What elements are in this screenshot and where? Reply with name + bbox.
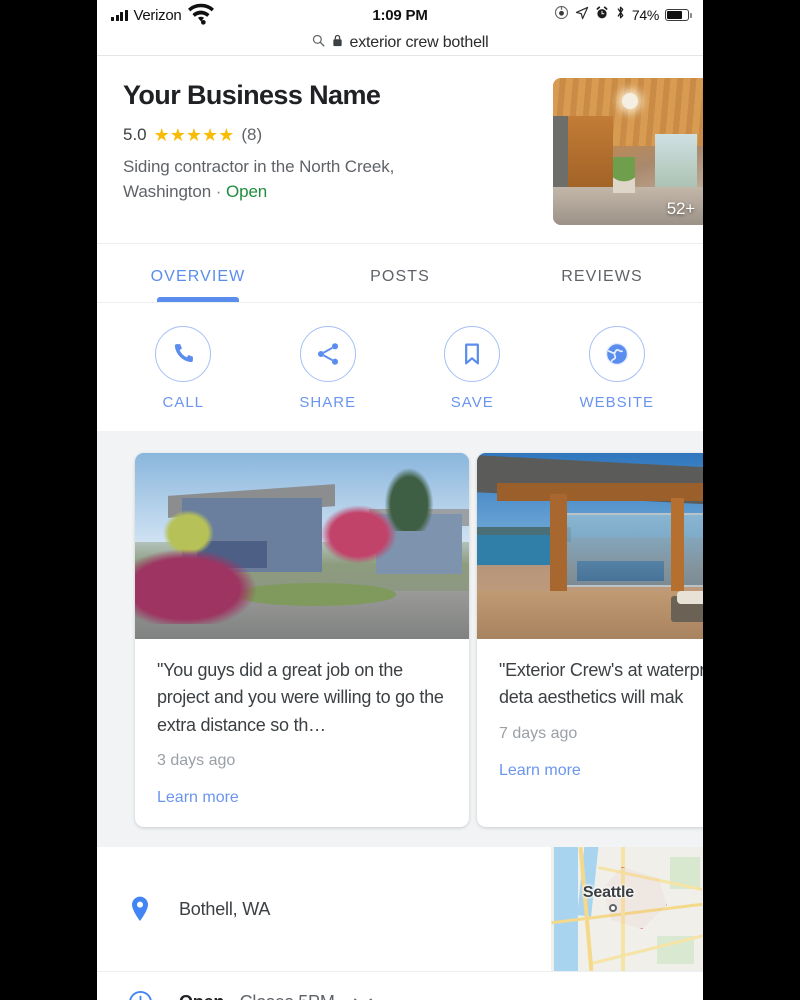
business-region: Washington [123, 181, 212, 201]
post-quote: "Exterior Crew's at waterproofing deta a… [499, 660, 703, 708]
battery-percent-label: 74% [631, 7, 659, 23]
photo-deck-detail [477, 590, 703, 639]
call-button-label: CALL [162, 394, 205, 411]
location-services-icon [554, 5, 569, 25]
business-category-line1: Siding contractor in the North Creek, [123, 157, 395, 177]
address-text: Bothell, WA [179, 898, 271, 919]
post-body: "You guys did a great job on the project… [135, 639, 469, 827]
search-icon [312, 34, 325, 52]
star-rating-icon: ★★★★★ [153, 125, 235, 146]
call-button[interactable]: CALL [137, 326, 229, 411]
photo-maple-tree-detail [315, 501, 403, 569]
call-button-ring [155, 326, 212, 382]
map-pin-icon [123, 895, 157, 923]
lock-icon [332, 34, 343, 52]
clock-icon [123, 990, 157, 1000]
status-bar-right: 74% [554, 5, 692, 25]
tab-posts[interactable]: POSTS [299, 244, 501, 302]
rating-row[interactable]: 5.0 ★★★★★ (8) [123, 125, 394, 145]
tab-bar: OVERVIEW POSTS REVIEWS [97, 243, 703, 302]
save-button[interactable]: SAVE [426, 326, 518, 411]
search-query-text: exterior crew bothell [349, 33, 489, 51]
business-header: Your Business Name 5.0 ★★★★★ (8) Siding … [97, 56, 703, 243]
page-title: Your Business Name [123, 80, 381, 110]
photo-cushion-detail [677, 590, 703, 604]
share-icon [314, 340, 342, 368]
website-button-ring [588, 326, 645, 382]
hours-status: Open [179, 992, 224, 1000]
post-timestamp: 3 days ago [157, 752, 236, 770]
post-learn-more-link[interactable]: Learn more [499, 762, 703, 780]
photo-plant-detail [613, 156, 635, 193]
photo-column2-detail [670, 497, 685, 591]
photo-column-detail [550, 493, 568, 591]
post-body: "Exterior Crew's at waterproofing deta a… [477, 639, 703, 800]
business-card: Your Business Name 5.0 ★★★★★ (8) Siding … [97, 56, 703, 302]
status-badge: Open [225, 181, 268, 201]
map-thumbnail[interactable]: Seattle [551, 847, 703, 972]
rating-value: 5.0 [123, 125, 147, 145]
posts-carousel[interactable]: "You guys did a great job on the project… [97, 431, 703, 848]
post-card[interactable]: "You guys did a great job on the project… [135, 453, 469, 828]
status-bar: Verizon 1:09 PM 74% [97, 0, 703, 30]
business-info: Your Business Name 5.0 ★★★★★ (8) Siding … [123, 78, 394, 225]
map-city-label: Seattle [582, 884, 634, 902]
business-category: Siding contractor in the North Creek, Wa… [123, 155, 394, 204]
post-photo[interactable] [477, 453, 703, 639]
tab-overview-label: OVERVIEW [150, 268, 246, 285]
save-button-ring [444, 326, 501, 382]
share-button-label: SHARE [299, 394, 357, 411]
alarm-clock-icon [595, 5, 609, 25]
phone-icon [169, 340, 197, 368]
tab-reviews[interactable]: REVIEWS [501, 244, 703, 302]
post-learn-more-link[interactable]: Learn more [157, 789, 447, 807]
tab-overview[interactable]: OVERVIEW [97, 244, 299, 302]
photo-lamp-detail [622, 92, 638, 109]
navigation-arrow-icon [575, 6, 589, 25]
separator-dot: · [215, 181, 222, 201]
tab-posts-label: POSTS [370, 268, 430, 285]
save-button-label: SAVE [450, 394, 494, 411]
chevron-down-icon[interactable] [353, 997, 373, 1000]
business-photo-thumbnail[interactable]: 52+ [553, 78, 703, 225]
post-timestamp: 7 days ago [499, 724, 578, 742]
website-button-label: WEBSITE [579, 394, 654, 411]
hours-closes: Closes 5PM [240, 992, 335, 1000]
hours-row[interactable]: Open · Closes 5PM [97, 971, 703, 1000]
phone-viewport: Verizon 1:09 PM 74% exterior crew bothel… [97, 0, 703, 1000]
photo-shrub-detail [135, 546, 262, 625]
globe-icon [603, 340, 631, 368]
photo-count-badge: 52+ [666, 199, 695, 218]
battery-icon [665, 9, 692, 21]
share-button[interactable]: SHARE [282, 326, 374, 411]
post-card[interactable]: "Exterior Crew's at waterproofing deta a… [477, 453, 703, 828]
post-photo[interactable] [135, 453, 469, 639]
address-row[interactable]: Bothell, WA Seattle [97, 847, 703, 972]
website-button[interactable]: WEBSITE [571, 326, 663, 411]
share-button-ring [299, 326, 356, 382]
action-button-row: CALL SHARE SAVE WEBSITE [97, 302, 703, 431]
map-city-marker [608, 904, 617, 913]
bluetooth-icon [615, 5, 626, 25]
tab-reviews-label: REVIEWS [561, 268, 643, 285]
review-count: (8) [241, 125, 263, 145]
hours-separator: · [229, 992, 235, 1000]
photo-window-detail [655, 133, 697, 193]
post-quote: "You guys did a great job on the project… [157, 660, 444, 735]
search-bar[interactable]: exterior crew bothell [97, 30, 703, 56]
hours-text: Open · Closes 5PM [179, 992, 335, 1000]
map-water-detail [554, 847, 579, 972]
bookmark-icon [458, 340, 486, 368]
